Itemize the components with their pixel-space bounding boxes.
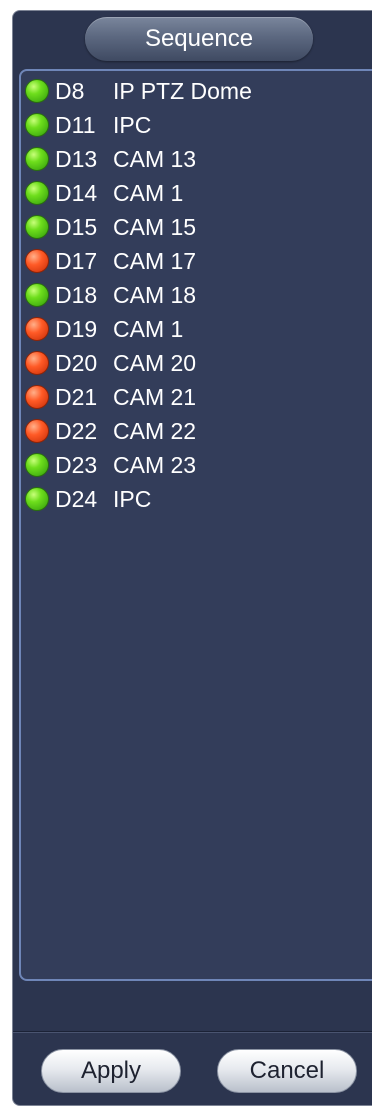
- channel-item[interactable]: D23 CAM 23: [25, 448, 372, 482]
- channel-name: IPC: [113, 485, 152, 512]
- sequence-panel: Sequence D8 IP PTZ Dome D11 IPC D13 CAM 13 D14…: [12, 10, 372, 1106]
- channel-id: D19: [55, 315, 98, 342]
- channel-item[interactable]: D14 CAM 1: [25, 176, 372, 210]
- channel-id: D13: [55, 145, 98, 172]
- channel-id: D15: [55, 213, 98, 240]
- channel-name: CAM 18: [113, 281, 197, 308]
- channel-item[interactable]: D15 CAM 15: [25, 210, 372, 244]
- channel-list: D8 IP PTZ Dome D11 IPC D13 CAM 13 D14 CAM 1 D15 C…: [25, 74, 372, 516]
- status-offline-icon: [25, 419, 49, 443]
- status-online-icon: [25, 283, 49, 307]
- channel-id: D24: [55, 485, 98, 512]
- channel-name: CAM 23: [113, 451, 197, 478]
- channel-item[interactable]: D18 CAM 18: [25, 278, 372, 312]
- status-offline-icon: [25, 351, 49, 375]
- channel-id: D11: [55, 111, 96, 138]
- channel-name: IP PTZ Dome: [113, 77, 252, 104]
- channel-item[interactable]: D17 CAM 17: [25, 244, 372, 278]
- channel-name: CAM 1: [113, 179, 184, 206]
- channel-name: CAM 1: [113, 315, 184, 342]
- status-online-icon: [25, 113, 49, 137]
- cancel-button[interactable]: Cancel: [217, 1049, 357, 1093]
- footer-divider: [13, 1031, 372, 1032]
- status-online-icon: [25, 215, 49, 239]
- channel-item[interactable]: D21 CAM 21: [25, 380, 372, 414]
- channel-item[interactable]: D20 CAM 20: [25, 346, 372, 380]
- channel-id: D21: [55, 383, 98, 410]
- channel-list-box[interactable]: D8 IP PTZ Dome D11 IPC D13 CAM 13 D14 CAM 1 D15 C…: [19, 69, 372, 981]
- status-online-icon: [25, 147, 49, 171]
- channel-id: D23: [55, 451, 98, 478]
- channel-name: CAM 13: [113, 145, 197, 172]
- channel-item[interactable]: D13 CAM 13: [25, 142, 372, 176]
- channel-id: D17: [55, 247, 98, 274]
- status-online-icon: [25, 181, 49, 205]
- channel-item[interactable]: D11 IPC: [25, 108, 372, 142]
- apply-button[interactable]: Apply: [41, 1049, 181, 1093]
- channel-item[interactable]: D19 CAM 1: [25, 312, 372, 346]
- status-offline-icon: [25, 385, 49, 409]
- status-online-icon: [25, 453, 49, 477]
- channel-id: D8: [55, 77, 85, 104]
- channel-id: D18: [55, 281, 98, 308]
- status-online-icon: [25, 79, 49, 103]
- status-online-icon: [25, 487, 49, 511]
- channel-item[interactable]: D8 IP PTZ Dome: [25, 74, 372, 108]
- channel-name: CAM 15: [113, 213, 197, 240]
- channel-name: CAM 22: [113, 417, 197, 444]
- channel-item[interactable]: D24 IPC: [25, 482, 372, 516]
- status-offline-icon: [25, 317, 49, 341]
- channel-id: D14: [55, 179, 98, 206]
- channel-item[interactable]: D22 CAM 22: [25, 414, 372, 448]
- sequence-title-button[interactable]: Sequence: [85, 17, 313, 61]
- channel-id: D20: [55, 349, 98, 376]
- status-offline-icon: [25, 249, 49, 273]
- channel-name: CAM 17: [113, 247, 197, 274]
- channel-name: CAM 20: [113, 349, 197, 376]
- channel-id: D22: [55, 417, 98, 444]
- channel-name: IPC: [113, 111, 152, 138]
- channel-name: CAM 21: [113, 383, 197, 410]
